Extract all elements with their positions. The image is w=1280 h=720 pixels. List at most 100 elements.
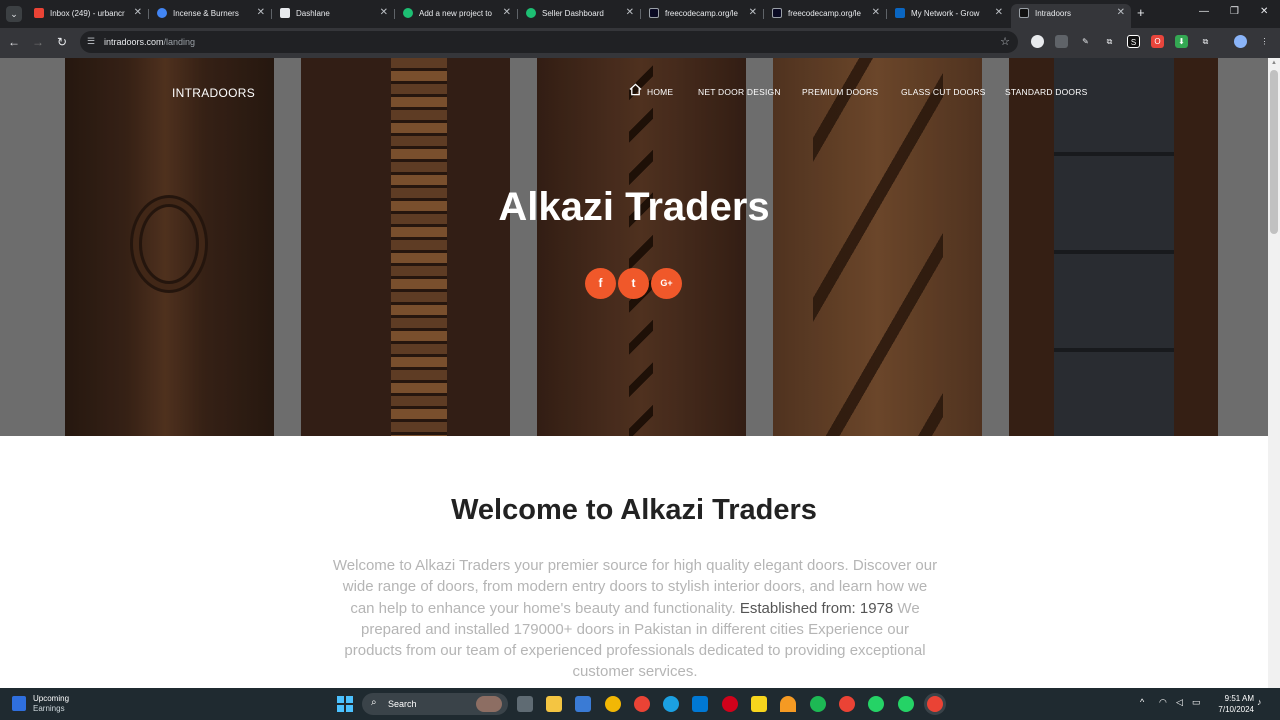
url-text[interactable]: intradoors.com/landing — [104, 37, 195, 47]
whatsapp-business-icon[interactable] — [898, 696, 914, 712]
tab-search-menu-icon[interactable]: ⌄ — [6, 6, 22, 22]
search-icon: ⌕ — [371, 697, 377, 708]
red-extension-icon[interactable]: O — [1151, 35, 1164, 48]
fiverr-icon — [526, 8, 536, 18]
google-icon — [157, 8, 167, 18]
scroll-up-icon[interactable]: ▲ — [1271, 60, 1277, 66]
widget-line-2: Earnings — [33, 704, 65, 713]
app-arch-icon[interactable] — [780, 696, 796, 712]
wifi-icon[interactable]: ◠ — [1159, 697, 1167, 708]
gmail-icon — [34, 8, 44, 18]
whatsapp-icon[interactable] — [868, 696, 884, 712]
site-info-icon[interactable]: ☰ — [87, 36, 99, 48]
close-icon[interactable]: ✕ — [995, 7, 1003, 18]
s-extension-icon[interactable]: S — [1127, 35, 1140, 48]
nav-standard-doors[interactable]: STANDARD DOORS — [1005, 87, 1087, 97]
eyedropper-extension-icon[interactable]: ✎ — [1079, 35, 1092, 48]
freecodecamp-icon — [772, 8, 782, 18]
close-icon[interactable]: ✕ — [872, 7, 880, 18]
edge-icon[interactable] — [663, 696, 679, 712]
hero-overlay — [0, 58, 1268, 436]
twitter-button[interactable]: t — [618, 268, 649, 299]
tab-title: Dashlane — [296, 9, 330, 18]
app-icon[interactable] — [605, 696, 621, 712]
site-brand-logo[interactable]: INTRADOORS — [172, 86, 255, 100]
sticky-notes-icon[interactable] — [751, 696, 767, 712]
close-icon[interactable]: ✕ — [134, 7, 142, 18]
vscode-icon[interactable] — [692, 696, 708, 712]
tab-incense[interactable]: Incense & Burners ✕ — [149, 4, 271, 24]
restore-icon[interactable]: ❐ — [1230, 6, 1239, 17]
widgets-button[interactable]: Upcoming Earnings — [12, 694, 92, 714]
chrome-active-icon[interactable] — [927, 696, 943, 712]
close-icon[interactable]: ✕ — [380, 7, 388, 18]
tab-intradoors[interactable]: Intradoors ✕ — [1011, 4, 1131, 28]
file-explorer-icon[interactable] — [546, 696, 562, 712]
dashlane-icon — [280, 8, 290, 18]
minimize-icon[interactable]: — — [1199, 6, 1209, 17]
tab-gmail[interactable]: Inbox (249) - urbancr ✕ — [26, 4, 148, 24]
nav-glass-cut-doors[interactable]: GLASS CUT DOORS — [901, 87, 986, 97]
page-scrollbar[interactable]: ▲ — [1268, 58, 1280, 688]
hero-title: Alkazi Traders — [498, 185, 770, 229]
volume-icon[interactable]: ◁ — [1176, 697, 1183, 708]
nav-home[interactable]: HOME — [647, 87, 673, 97]
chrome-profile-icon[interactable] — [839, 696, 855, 712]
reload-icon[interactable]: ↻ — [54, 35, 70, 49]
close-icon[interactable]: ✕ — [257, 7, 265, 18]
tab-linkedin[interactable]: My Network - Grow ✕ — [887, 4, 1009, 24]
opera-icon[interactable] — [722, 696, 738, 712]
close-window-icon[interactable]: ✕ — [1260, 6, 1268, 17]
close-icon[interactable]: ✕ — [1117, 7, 1125, 18]
home-icon — [629, 83, 642, 96]
browser-menu-icon[interactable]: ⋮ — [1258, 35, 1271, 48]
facebook-button[interactable]: f — [585, 268, 616, 299]
search-highlight-icon — [476, 696, 502, 712]
tab-fiverr-seller[interactable]: Seller Dashboard ✕ — [518, 4, 640, 24]
battery-icon[interactable]: ▭ — [1192, 697, 1201, 708]
extension-icon[interactable] — [1031, 35, 1044, 48]
intradoors-icon — [1019, 8, 1029, 18]
profile-avatar-icon[interactable] — [1234, 35, 1247, 48]
green-extension-icon[interactable]: ⬇ — [1175, 35, 1188, 48]
back-icon[interactable]: ← — [6, 35, 22, 49]
microsoft-store-icon[interactable] — [575, 696, 591, 712]
camera-extension-icon[interactable] — [1055, 35, 1068, 48]
show-hidden-icons[interactable]: ^ — [1140, 697, 1144, 707]
chrome-icon[interactable] — [634, 696, 650, 712]
bookmark-star-icon[interactable]: ☆ — [1000, 35, 1010, 48]
notification-bell-icon[interactable]: ♪ — [1257, 697, 1262, 707]
url-host: intradoors.com — [104, 37, 164, 47]
extensions-puzzle-icon[interactable]: ⧉ — [1199, 35, 1212, 48]
scrollbar-thumb[interactable] — [1270, 70, 1278, 234]
tab-freecodecamp-2[interactable]: freecodecamp.org/le ✕ — [764, 4, 886, 24]
tab-dashlane[interactable]: Dashlane ✕ — [272, 4, 394, 24]
tab-fiverr-add-project[interactable]: Add a new project to ✕ — [395, 4, 517, 24]
browser-tab-strip: ⌄ Inbox (249) - urbancr ✕ Incense & Burn… — [0, 0, 1280, 28]
google-plus-button[interactable]: G+ — [651, 268, 682, 299]
close-icon[interactable]: ✕ — [503, 7, 511, 18]
nav-net-door-design[interactable]: NET DOOR DESIGN — [698, 87, 781, 97]
address-bar[interactable]: ☰ intradoors.com/landing ☆ — [80, 31, 1018, 53]
tab-title: freecodecamp.org/le — [665, 9, 738, 18]
tab-title: Intradoors — [1035, 9, 1072, 18]
forward-icon[interactable]: → — [30, 35, 46, 49]
system-clock[interactable]: 9:51 AM 7/10/2024 — [1210, 693, 1254, 715]
welcome-paragraph: Welcome to Alkazi Traders your premier s… — [332, 555, 938, 683]
google-plus-icon: G+ — [660, 278, 673, 288]
nav-premium-doors[interactable]: PREMIUM DOORS — [802, 87, 878, 97]
close-icon[interactable]: ✕ — [626, 7, 634, 18]
freecodecamp-icon — [649, 8, 659, 18]
new-tab-icon[interactable]: + — [1137, 5, 1145, 20]
url-path: /landing — [163, 37, 196, 47]
search-label: Search — [388, 699, 417, 709]
welcome-heading: Welcome to Alkazi Traders — [451, 494, 817, 526]
taskbar-search[interactable]: ⌕ Search — [362, 693, 508, 715]
widget-line-1: Upcoming — [33, 694, 70, 703]
spotify-icon[interactable] — [810, 696, 826, 712]
windows-start-icon[interactable] — [337, 696, 353, 712]
task-view-icon[interactable] — [517, 696, 533, 712]
tab-freecodecamp-1[interactable]: freecodecamp.org/le ✕ — [641, 4, 763, 24]
close-icon[interactable]: ✕ — [749, 7, 757, 18]
extension-puzzle-small-icon[interactable]: ⧉ — [1103, 35, 1116, 48]
